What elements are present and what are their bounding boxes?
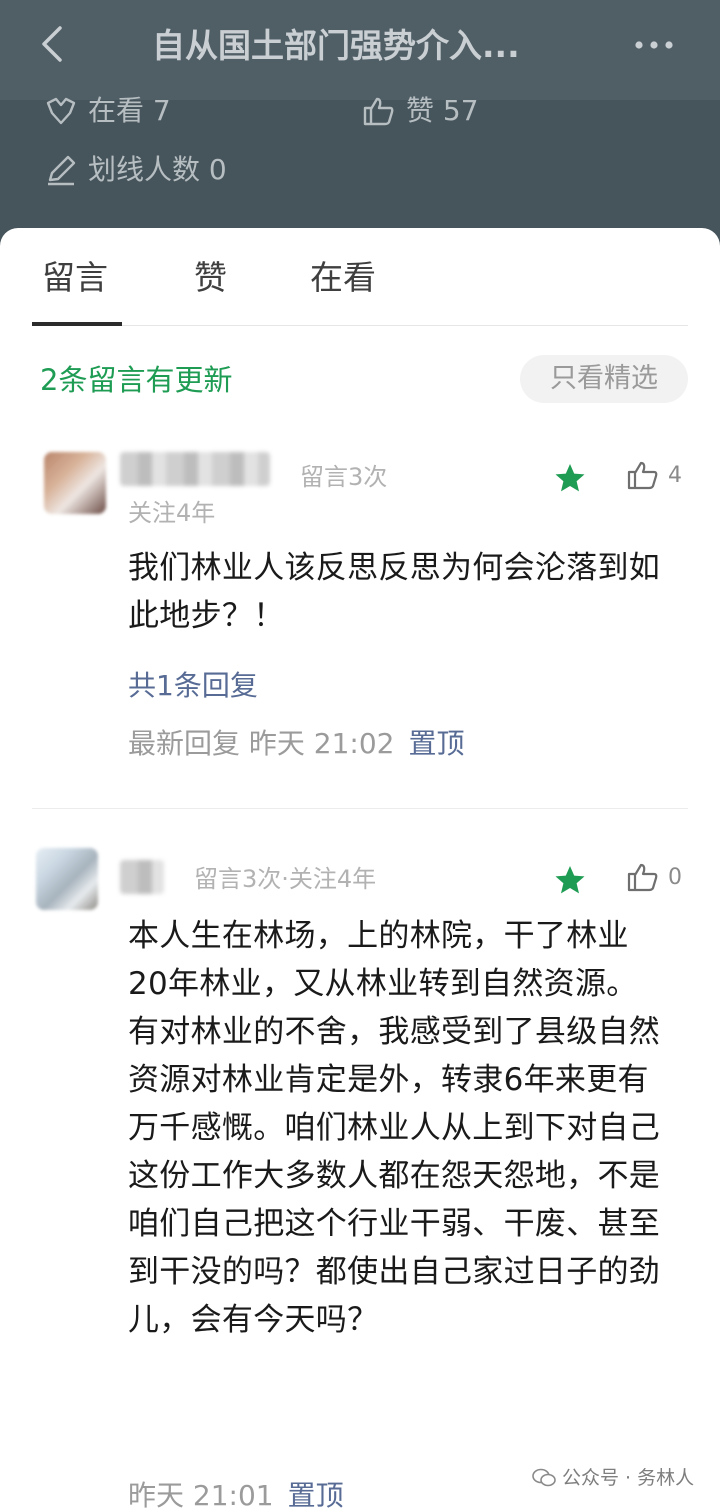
pen-icon xyxy=(48,155,76,186)
article-title: 自从国土部门强势介入... xyxy=(152,26,520,65)
pin-button[interactable]: 置顶 xyxy=(409,727,465,760)
watermark-text: 公众号 · 务林人 xyxy=(562,1467,695,1489)
comment-count-meta: 留言3次 xyxy=(300,463,388,491)
chevron-left-icon xyxy=(42,26,62,62)
underline-count: 划线人数 0 xyxy=(88,153,227,186)
tab-bar: 留言 赞 在看 xyxy=(32,252,688,326)
watching-icon xyxy=(46,97,76,125)
comment-time: 昨天 21:01 xyxy=(128,1479,274,1511)
tab-likes[interactable]: 赞 xyxy=(194,252,227,326)
watching-stat: 在看 7 xyxy=(44,96,171,126)
commenter-name-blurred xyxy=(120,860,164,894)
tab-watching[interactable]: 在看 xyxy=(310,252,376,326)
follow-duration-meta: 关注4年 xyxy=(128,499,216,527)
more-button[interactable] xyxy=(632,30,676,60)
like-count: 0 xyxy=(668,864,682,890)
featured-star-icon xyxy=(555,464,585,492)
comments-sheet: 留言 赞 在看 2条留言有更新 只看精选 留言3次 关注4年 4 我们林业人该反… xyxy=(0,228,720,1511)
watching-count: 在看 7 xyxy=(88,94,171,127)
avatar[interactable] xyxy=(36,848,98,910)
avatar[interactable] xyxy=(44,452,106,514)
watermark: 公众号 · 务林人 xyxy=(532,1466,694,1490)
pin-button[interactable]: 置顶 xyxy=(288,1479,344,1511)
underline-stat: 划线人数 0 xyxy=(44,154,227,186)
like-count: 4 xyxy=(668,462,682,488)
back-button[interactable] xyxy=(30,22,74,66)
likes-count: 赞 57 xyxy=(406,94,479,127)
comment-divider xyxy=(32,808,688,809)
update-notice[interactable]: 2条留言有更新 xyxy=(40,360,232,400)
featured-star-icon xyxy=(555,866,585,894)
comment-footer: 最新回复 昨天 21:02 置顶 xyxy=(128,724,465,764)
featured-only-button[interactable]: 只看精选 xyxy=(520,355,688,403)
article-stats: 在看 7 赞 57 划线人数 0 xyxy=(0,96,720,232)
comment-meta: 留言3次·关注4年 xyxy=(194,865,377,893)
thumb-up-icon xyxy=(363,97,394,126)
comment-like-button[interactable]: 4 xyxy=(626,460,682,490)
thumb-up-icon xyxy=(627,863,658,892)
thumb-up-icon xyxy=(627,461,658,490)
comment-footer: 昨天 21:01 置顶 xyxy=(128,1476,344,1511)
tab-comments[interactable]: 留言 xyxy=(42,252,108,326)
comment-like-button[interactable]: 0 xyxy=(626,862,682,892)
more-dots-icon xyxy=(635,41,673,49)
comment-time: 最新回复 昨天 21:02 xyxy=(128,727,395,760)
wechat-icon xyxy=(532,1468,556,1487)
comment-text: 本人生在林场，上的林院，干了林业20年林业，又从林业转到自然资源。有对林业的不舍… xyxy=(128,918,661,1338)
likes-stat: 赞 57 xyxy=(362,96,479,126)
commenter-name-blurred xyxy=(120,452,270,486)
replies-link[interactable]: 共1条回复 xyxy=(128,666,258,706)
comment-text: 我们林业人该反思反思为何会沦落到如此地步？！ xyxy=(128,550,661,634)
active-tab-indicator xyxy=(32,322,122,326)
top-bar: 自从国土部门强势介入... xyxy=(0,0,720,100)
